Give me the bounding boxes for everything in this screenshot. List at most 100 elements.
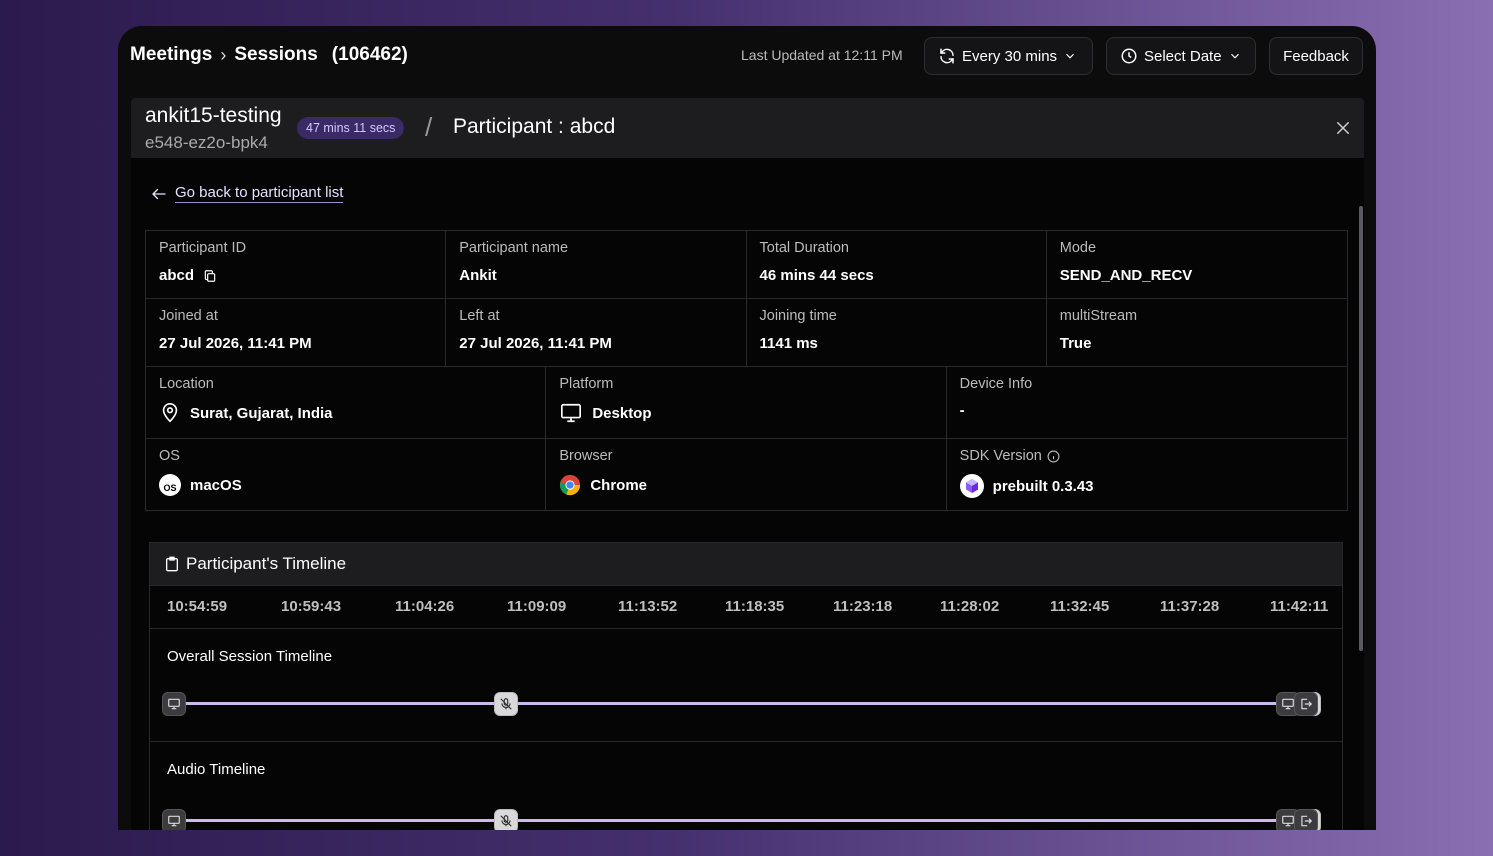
clock-icon [1121,48,1137,64]
participant-timeline: Participant's Timeline 10:54:59 10:59:43… [149,542,1343,830]
breadcrumb-sessions[interactable]: Sessions [234,44,317,66]
details-row: OS OS macOS Browser Chrome SDK Version p… [146,439,1347,510]
mode-cell: Mode SEND_AND_RECV [1047,231,1347,298]
meeting-id: e548-ez2o-bpk4 [145,133,268,152]
info-icon[interactable] [1047,450,1060,463]
sdk-version-value: prebuilt 0.3.43 [992,477,1094,495]
timeline-tick: 10:54:59 [167,598,228,615]
back-to-participants-link[interactable]: Go back to participant list [150,184,344,203]
joined-at-label: Joined at [159,308,218,324]
audio-track [175,819,1305,822]
overall-session-timeline: Overall Session Timeline [150,629,1342,742]
sdk-version-label: SDK Version [959,448,1042,464]
leave-event-icon[interactable] [1294,809,1318,830]
device-info-value: - [959,402,965,419]
panel-header: ankit15-testing e548-ez2o-bpk4 47 mins 1… [131,98,1364,158]
multistream-label: multiStream [1059,308,1138,324]
joining-time-cell: Joining time 1141 ms [747,299,1047,366]
timeline-tick: 11:23:18 [833,598,893,615]
mic-off-event-icon[interactable] [494,692,518,716]
back-link-label: Go back to participant list [175,184,344,203]
copy-icon[interactable] [203,269,217,283]
browser-label: Browser [559,448,613,464]
select-date-dropdown[interactable]: Select Date [1106,37,1256,75]
details-row: Joined at 27 Jul 2026, 11:41 PM Left at … [146,299,1347,367]
chevron-right-icon: › [220,44,227,65]
arrow-left-icon [152,188,166,199]
mic-off-event-icon[interactable] [494,809,518,830]
joining-time-label: Joining time [759,308,837,324]
participant-name-label: Participant name [459,240,569,256]
timeline-tick: 10:59:43 [281,598,342,615]
location-cell: Location Surat, Gujarat, India [146,367,547,438]
multistream-cell: multiStream True [1047,299,1347,366]
device-info-label: Device Info [959,376,1033,392]
prebuilt-cube-icon [959,474,984,498]
audio-timeline: Audio Timeline [150,742,1342,830]
device-info-cell: Device Info - [947,367,1347,438]
timeline-axis: 10:54:59 10:59:43 11:04:26 11:09:09 11:1… [150,586,1342,629]
participant-id-value: abcd [159,267,195,284]
feedback-button[interactable]: Feedback [1269,37,1363,75]
screen-share-event-icon[interactable] [162,692,186,716]
mode-label: Mode [1059,240,1097,256]
meeting-name: ankit15-testing [145,104,282,127]
participant-panel: ankit15-testing e548-ez2o-bpk4 47 mins 1… [131,98,1364,830]
leave-event-icon[interactable] [1294,692,1318,716]
timeline-tick: 11:37:28 [1160,598,1220,615]
screen-share-event-icon[interactable] [162,809,186,830]
chevron-down-icon [1066,53,1074,59]
timeline-tick: 11:09:09 [507,598,567,615]
close-icon[interactable] [1334,119,1352,137]
platform-cell: Platform Desktop [546,367,947,438]
desktop-icon [561,403,582,423]
total-duration-cell: Total Duration 46 mins 44 secs [747,231,1047,298]
timeline-tick: 11:04:26 [395,598,455,615]
overall-session-title: Overall Session Timeline [167,648,333,665]
feedback-label: Feedback [1283,47,1349,65]
participant-id-cell: Participant ID abcd [146,231,447,298]
mode-value: SEND_AND_RECV [1059,267,1193,284]
sdk-version-cell: SDK Version prebuilt 0.3.43 [947,439,1347,510]
timeline-tick: 11:42:11 [1270,598,1329,615]
map-pin-icon [162,403,178,423]
timeline-title: Participant's Timeline [186,554,347,573]
joined-at-value: 27 Jul 2026, 11:41 PM [159,335,312,352]
last-updated-text: Last Updated at 12:11 PM [741,47,903,63]
header-separator: / [425,112,433,142]
refresh-interval-label: Every 30 mins [962,47,1058,65]
timeline-tick: 11:28:02 [940,598,1000,615]
session-count: (106462) [331,44,408,65]
os-value: macOS [190,476,242,494]
location-label: Location [159,376,214,392]
participant-details-grid: Participant ID abcd Participant name Ank… [145,230,1348,511]
chevron-down-icon [1230,53,1239,59]
left-at-cell: Left at 27 Jul 2026, 11:41 PM [446,299,747,366]
top-bar: Meetings › Sessions (106462) Last Update… [118,26,1376,88]
participant-name-value: Ankit [459,267,497,284]
browser-cell: Browser Chrome [546,439,947,510]
platform-label: Platform [559,376,614,392]
participant-id-label: Participant ID [159,240,247,256]
breadcrumb: Meetings › Sessions (106462) [130,44,408,66]
multistream-value: True [1059,335,1092,352]
refresh-interval-dropdown[interactable]: Every 30 mins [924,37,1093,75]
audio-timeline-title: Audio Timeline [167,761,266,778]
os-cell: OS OS macOS [146,439,547,510]
location-value: Surat, Gujarat, India [190,404,333,422]
timeline-header: Participant's Timeline [150,543,1342,586]
total-duration-value: 46 mins 44 secs [759,267,874,284]
participant-title: Participant : abcd [453,115,616,138]
joining-time-value: 1141 ms [759,335,818,352]
session-track [175,702,1305,705]
app-window: Meetings › Sessions (106462) Last Update… [118,26,1376,830]
total-duration-label: Total Duration [759,240,849,256]
chrome-icon [560,474,581,496]
breadcrumb-meetings[interactable]: Meetings [130,44,212,66]
scrollbar[interactable] [1359,206,1363,651]
browser-value: Chrome [590,476,648,494]
macos-logo-icon: OS [159,474,181,496]
timeline-tick: 11:13:52 [618,598,678,615]
refresh-icon [940,48,954,64]
details-row: Location Surat, Gujarat, India Platform … [146,367,1347,439]
